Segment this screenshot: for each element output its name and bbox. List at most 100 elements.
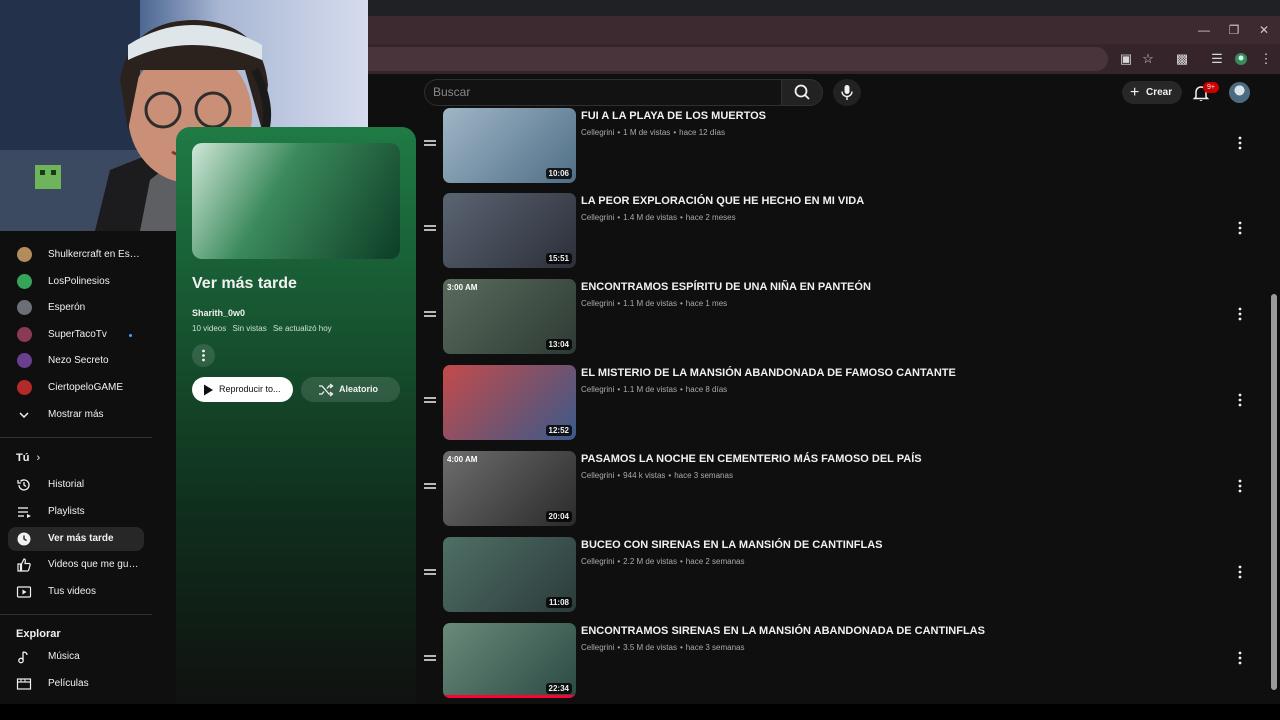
channel-name[interactable]: Cellegrini [581,385,614,394]
playlist-video-row[interactable]: 4:00 AM 20:04 PASAMOS LA NOCHE EN CEMENT… [416,451,1268,537]
channel-name[interactable]: Cellegrini [581,643,614,652]
page-scrollbar[interactable] [1268,112,1280,702]
thumbnail-time-text: 3:00 AM [447,283,478,292]
channel-name[interactable]: Cellegrini [581,471,614,480]
more-vert-icon[interactable] [1233,563,1247,581]
search-input[interactable] [433,84,773,100]
screen: — ❐ ✕ ▣ ☆ ▩ ☰ ⋮ + Crear 9+ [0,0,1280,720]
view-count: 3.5 M de vistas [623,643,677,652]
video-title[interactable]: ENCONTRAMOS SIRENAS EN LA MANSIÓN ABANDO… [581,625,985,637]
sidebar-item-liked-videos[interactable]: Videos que me gus... [8,553,144,577]
playlist-owner[interactable]: Sharith_0w0 [192,308,245,318]
shuffle-button[interactable]: Aleatorio [301,377,400,402]
channel-name: SuperTacoTv [48,329,107,340]
updated-date: Se actualizó hoy [272,324,332,333]
clock-icon [17,532,31,546]
playlist-video-row[interactable]: 3:00 AM 13:04 ENCONTRAMOS ESPÍRITU DE UN… [416,279,1268,365]
subscription-item[interactable]: CiertopeloGAME [8,376,144,400]
video-title[interactable]: ENCONTRAMOS ESPÍRITU DE UNA NIÑA EN PANT… [581,281,871,293]
bookmark-star-icon[interactable]: ☆ [1138,49,1158,69]
video-thumbnail[interactable]: 4:00 AM 20:04 [443,451,576,526]
channel-avatar [17,247,32,262]
drag-handle-icon[interactable] [424,395,436,405]
video-thumbnail[interactable]: 22:34 [443,623,576,698]
playlist-video-row[interactable]: 10:06 FUI A LA PLAYA DE LOS MUERTOS Cell… [416,108,1268,194]
sidebar-item-history[interactable]: Historial [8,473,144,497]
video-thumbnail[interactable]: 15:51 [443,193,576,268]
sidebar-item-watch-later[interactable]: Ver más tarde [8,527,144,551]
drag-handle-icon[interactable] [424,567,436,577]
minimize-icon[interactable]: — [1193,20,1215,40]
movies-icon [16,678,32,690]
playlist-thumbnail[interactable] [192,143,400,259]
create-button[interactable]: + Crear [1122,81,1182,104]
sidebar-item-movies[interactable]: Películas [8,672,144,696]
video-meta: Cellegrini • 1.1 M de vistas • hace 1 mes [581,299,728,308]
channel-name[interactable]: Cellegrini [581,299,614,308]
drag-handle-icon[interactable] [424,223,436,233]
video-title[interactable]: LA PEOR EXPLORACIÓN QUE HE HECHO EN MI V… [581,195,864,207]
account-avatar[interactable] [1229,82,1250,103]
chevron-down-icon [19,412,29,419]
video-thumbnail[interactable]: 11:08 [443,537,576,612]
more-vert-icon[interactable] [1233,391,1247,409]
sidebar-item-your-videos[interactable]: Tus videos [8,580,144,604]
video-title[interactable]: FUI A LA PLAYA DE LOS MUERTOS [581,110,766,122]
search-button[interactable] [781,79,823,106]
video-thumbnail[interactable]: 3:00 AM 13:04 [443,279,576,354]
browser-menu-icon[interactable]: ⋮ [1256,49,1276,69]
more-vert-icon[interactable] [1233,134,1247,152]
drag-handle-icon[interactable] [424,653,436,663]
more-vert-icon[interactable] [1233,305,1247,323]
media-control-icon[interactable]: ☰ [1207,49,1227,69]
channel-name[interactable]: Cellegrini [581,213,614,222]
upload-age: hace 1 mes [685,299,728,308]
sidebar-item-music[interactable]: Música [8,645,144,669]
playlist-more-button[interactable] [192,344,215,367]
more-vert-icon[interactable] [1233,477,1247,495]
video-duration: 20:04 [545,511,572,522]
profile-icon[interactable] [1231,49,1251,69]
video-title[interactable]: PASAMOS LA NOCHE EN CEMENTERIO MÁS FAMOS… [581,453,922,465]
video-thumbnail[interactable]: 10:06 [443,108,576,183]
channel-name: Esperón [48,302,86,313]
subscription-item[interactable]: SuperTacoTv [8,323,144,347]
subscription-item[interactable]: Nezo Secreto [8,349,144,373]
install-app-icon[interactable]: ▣ [1116,49,1136,69]
view-count: 944 k vistas [623,471,666,480]
more-vert-icon[interactable] [1233,649,1247,667]
video-title[interactable]: BUCEO CON SIRENAS EN LA MANSIÓN DE CANTI… [581,539,883,551]
playlist-video-row[interactable]: 15:51 LA PEOR EXPLORACIÓN QUE HE HECHO E… [416,193,1268,279]
sidebar-item-label: Historial [48,479,85,490]
sidebar-item-playlists[interactable]: Playlists [8,500,144,524]
video-thumbnail[interactable]: 12:52 [443,365,576,440]
close-icon[interactable]: ✕ [1253,20,1275,40]
show-more-button[interactable]: Mostrar más [8,403,144,427]
restore-icon[interactable]: ❐ [1223,20,1245,40]
play-all-button[interactable]: Reproducir to... [192,377,293,402]
channel-name[interactable]: Cellegrini [581,128,614,137]
playlist-video-row[interactable]: 11:08 BUCEO CON SIRENAS EN LA MANSIÓN DE… [416,537,1268,623]
channel-name[interactable]: Cellegrini [581,557,614,566]
subscription-item[interactable]: Esperón [8,296,144,320]
scrollbar-thumb[interactable] [1271,294,1277,690]
drag-handle-icon[interactable] [424,309,436,319]
extensions-icon[interactable]: ▩ [1172,49,1192,69]
new-content-dot [129,334,132,337]
playlist-video-row[interactable]: 12:52 EL MISTERIO DE LA MANSIÓN ABANDONA… [416,365,1268,451]
you-section-link[interactable]: Tú › [16,452,40,464]
drag-handle-icon[interactable] [424,481,436,491]
subscription-item[interactable]: Shulkercraft en Esp... [8,243,144,267]
voice-search-button[interactable] [833,79,861,106]
subscription-item[interactable]: LosPolinesios [8,270,144,294]
video-duration: 22:34 [545,683,572,694]
playlist-video-row[interactable]: 22:34 ENCONTRAMOS SIRENAS EN LA MANSIÓN … [416,623,1268,709]
drag-handle-icon[interactable] [424,138,436,148]
music-icon [18,651,28,664]
sidebar: Shulkercraft en Esp... LosPolinesios Esp… [0,231,160,720]
video-title[interactable]: EL MISTERIO DE LA MANSIÓN ABANDONADA DE … [581,367,956,379]
video-duration: 10:06 [545,168,572,179]
more-vert-icon[interactable] [1233,219,1247,237]
channel-name: CiertopeloGAME [48,382,124,393]
address-bar[interactable] [368,47,1108,71]
